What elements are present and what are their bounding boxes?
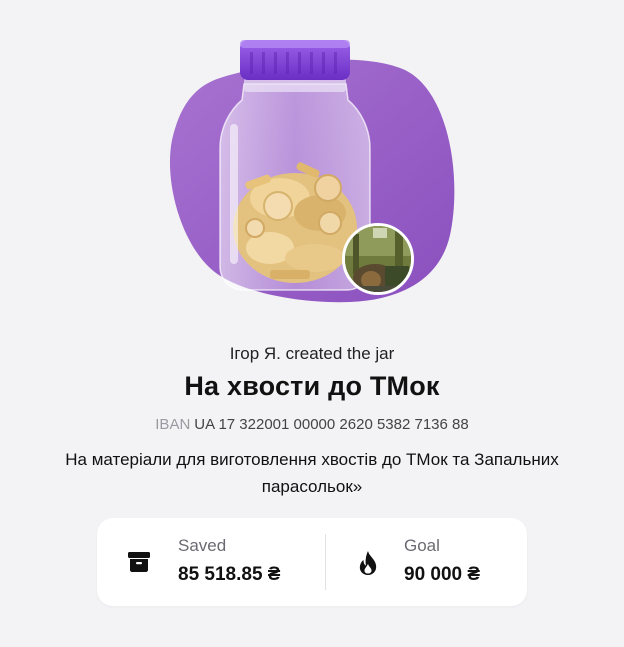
goal-stat: Goal 90 000 ₴ [326,518,526,606]
jar-title: На хвости до ТМок [184,371,440,401]
iban-row[interactable]: IBAN UA 17 322001 00000 2620 5382 7136 88 [0,416,624,433]
archive-box-icon [127,550,151,579]
saved-value: 85 518.85 ₴ [178,564,281,585]
goal-value: 90 000 ₴ [404,564,481,585]
iban-value: UA 17 322001 00000 2620 5382 7136 88 [194,416,469,433]
saved-stat: Saved 85 518.85 ₴ [97,518,325,606]
saved-label: Saved [178,536,227,555]
creator-avatar [342,223,414,295]
jar-page: Ігор Я. created the jar На хвости до ТМо… [0,0,624,647]
flame-icon [356,550,380,581]
goal-label: Goal [404,536,440,555]
stats-card: Saved 85 518.85 ₴ Goal 90 000 ₴ [97,518,527,606]
creator-text: Ігор Я. created the jar [229,344,395,363]
iban-label: IBAN [155,416,191,433]
jar-description: На матеріали для виготовлення хвостів до… [65,450,559,496]
jar-hero [150,30,470,320]
